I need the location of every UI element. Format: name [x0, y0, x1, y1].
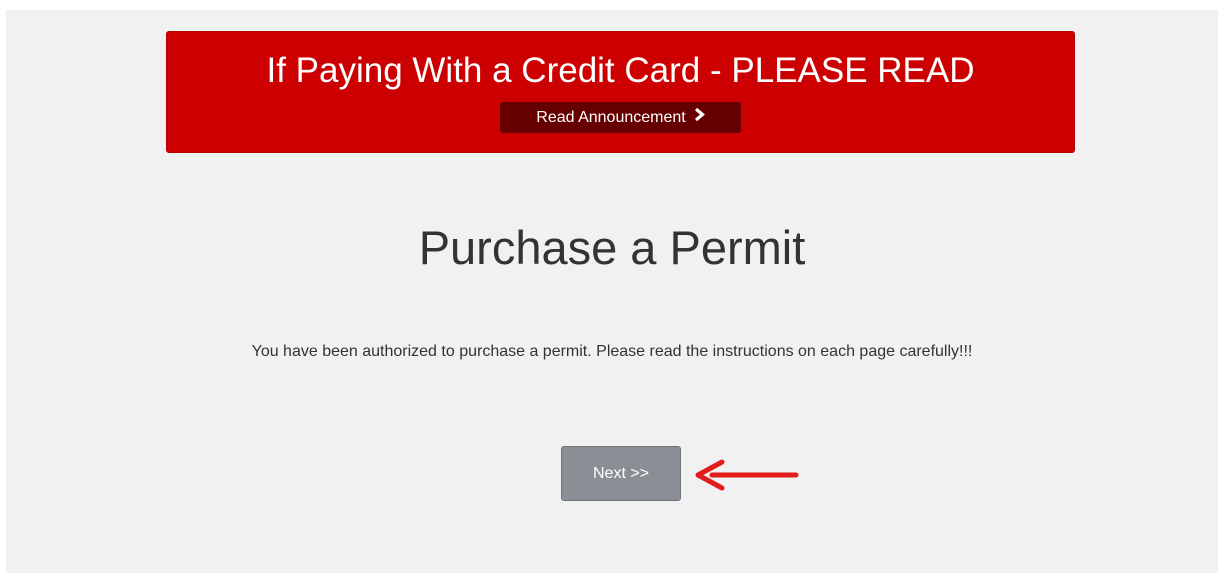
chevron-right-icon — [694, 101, 705, 132]
red-arrow-icon — [695, 459, 799, 491]
next-button[interactable]: Next >> — [561, 446, 681, 501]
credit-card-alert-banner: If Paying With a Credit Card - PLEASE RE… — [166, 31, 1075, 153]
instructions-text: You have been authorized to purchase a p… — [251, 343, 973, 360]
page-title: Purchase a Permit — [418, 221, 806, 274]
read-announcement-button[interactable]: Read Announcement — [500, 102, 741, 133]
read-announcement-label: Read Announcement — [536, 109, 686, 126]
alert-title: If Paying With a Credit Card - PLEASE RE… — [266, 51, 975, 90]
